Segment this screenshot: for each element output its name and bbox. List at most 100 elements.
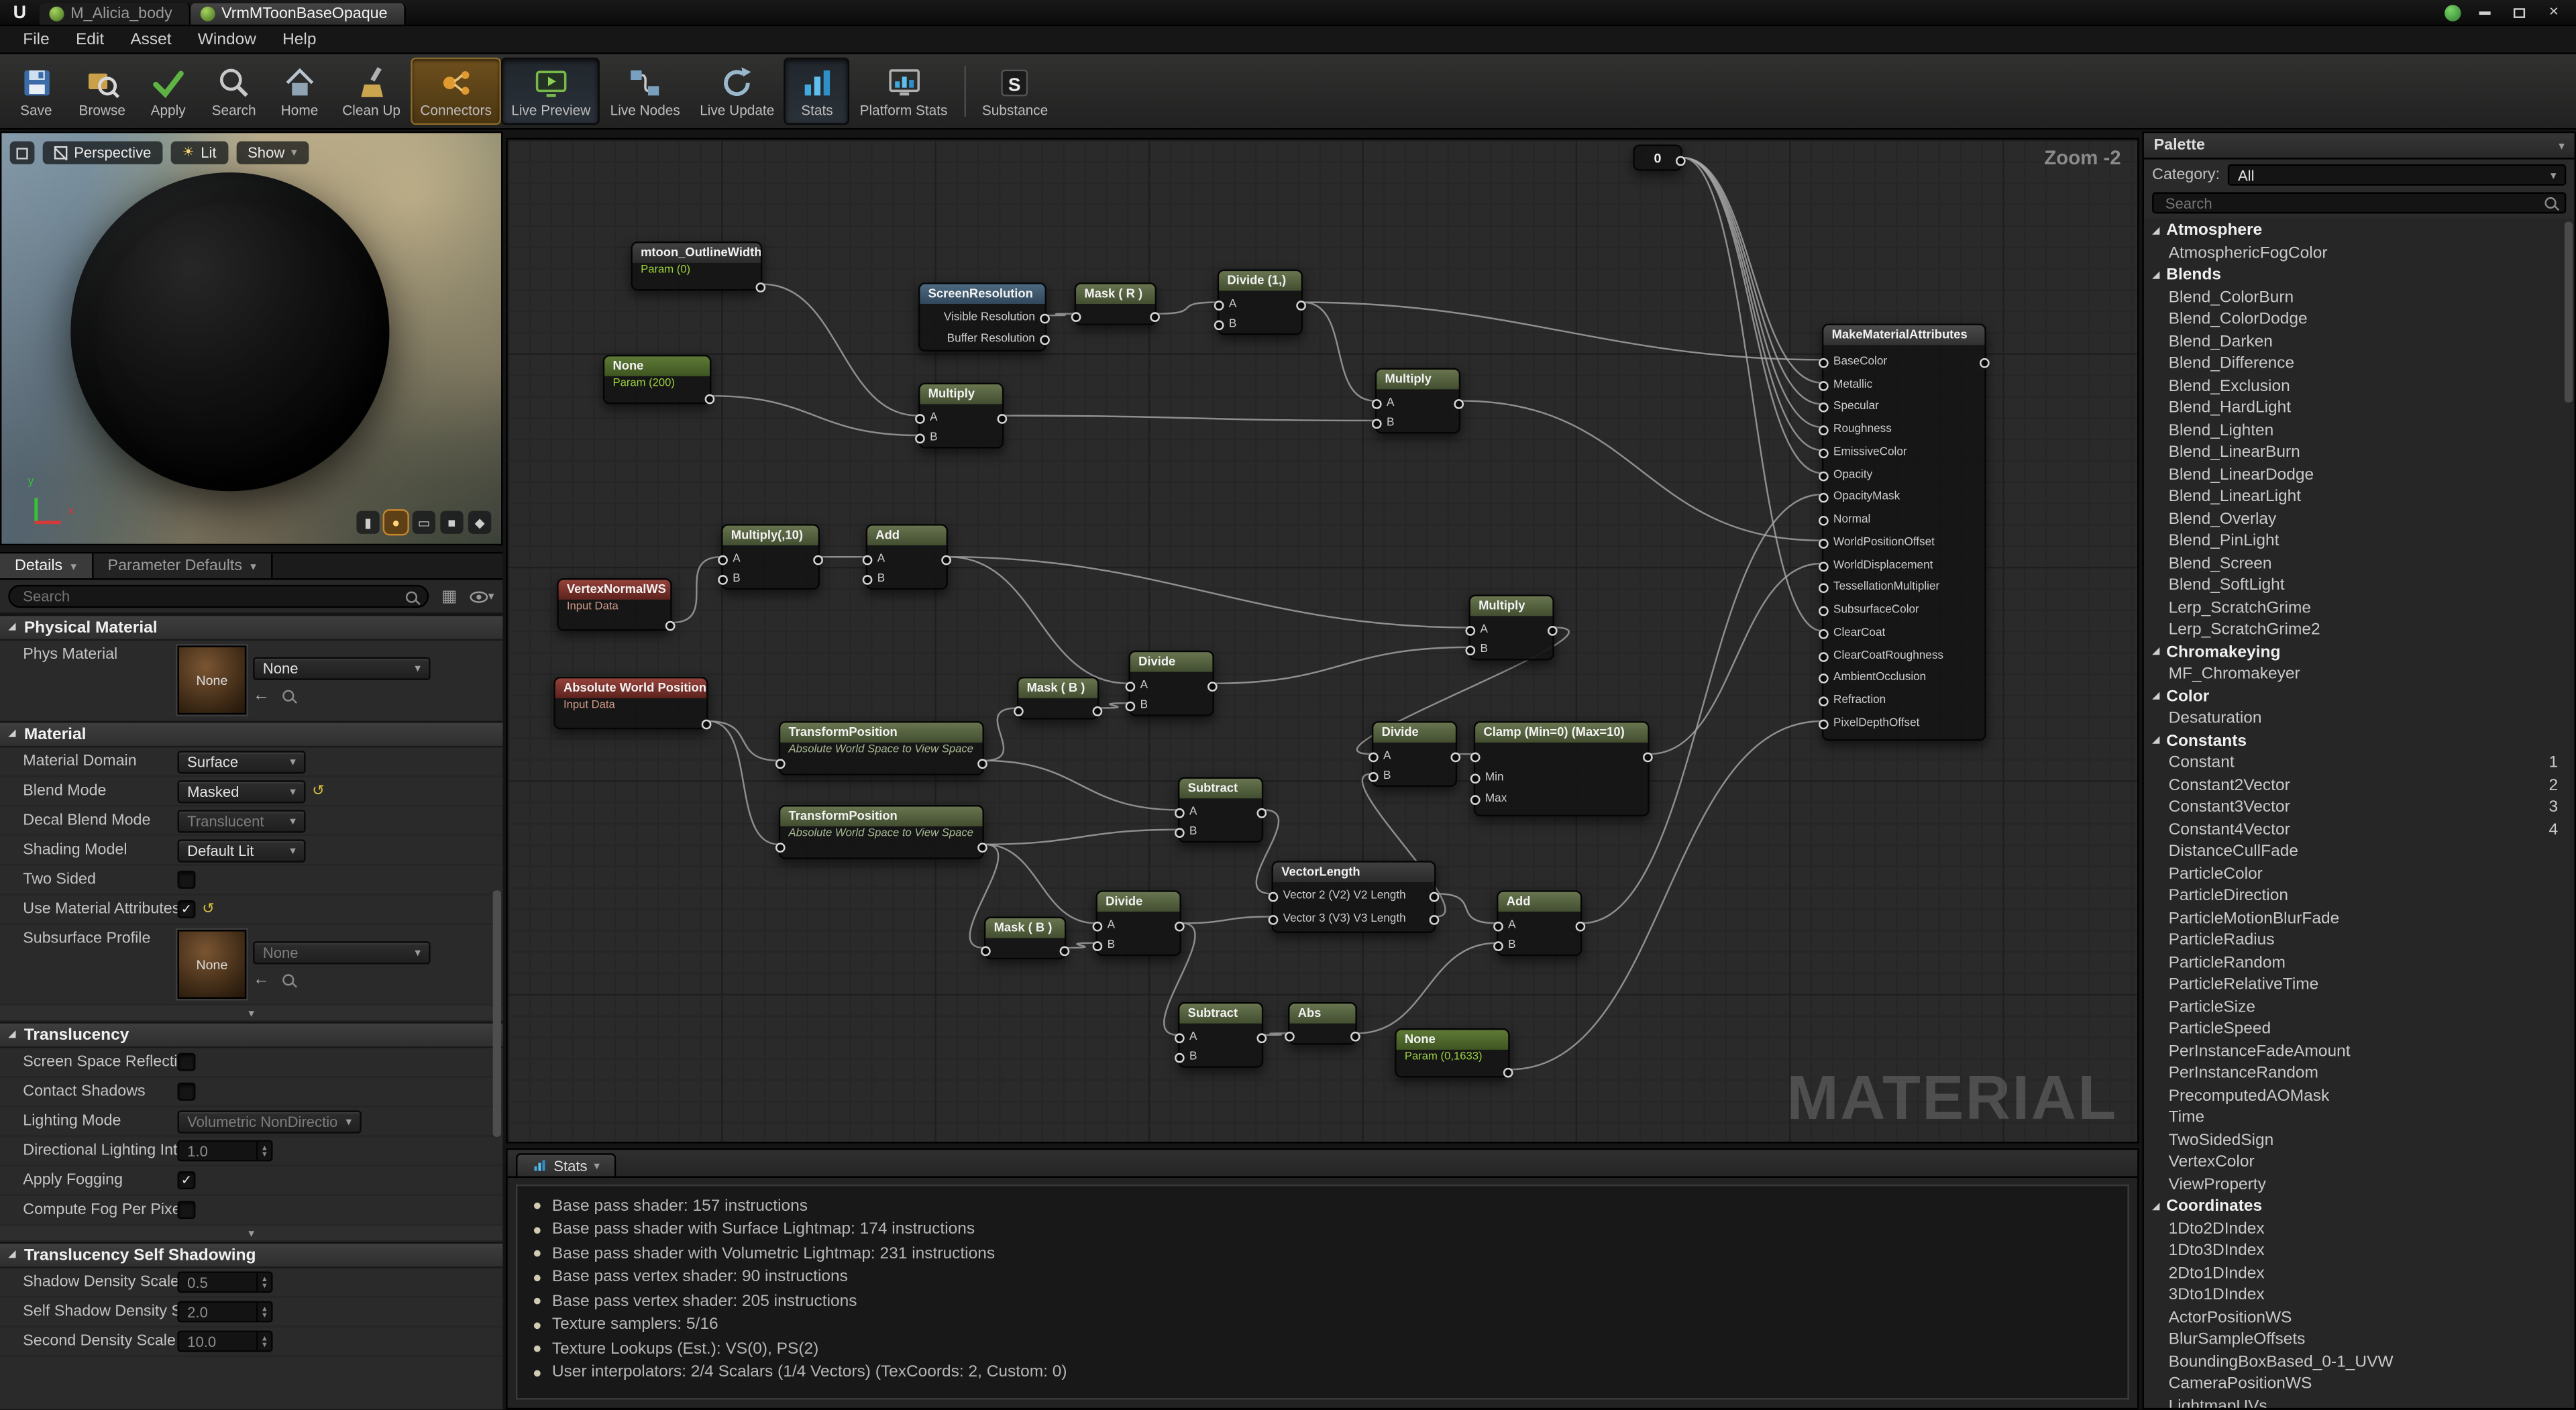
output-pin[interactable] [1503,1066,1513,1077]
output-pin[interactable] [1256,1032,1267,1043]
panel-menu-icon[interactable]: ▾ [2559,139,2565,152]
palette-item-actorpositionws[interactable]: ActorPositionWS [2144,1307,2575,1329]
viewport-maximize-button[interactable] [10,142,35,164]
spinner-icon[interactable]: ▲▼ [256,1303,271,1321]
output-pin[interactable] [756,281,766,292]
contact-shadows-checkbox[interactable] [177,1083,195,1101]
output-pin[interactable] [1350,1030,1360,1042]
details-tab-parameter-defaults[interactable]: Parameter Defaults▾ [93,553,273,578]
screen-space-reflection-checkbox[interactable] [177,1053,195,1071]
input-pin[interactable] [981,944,991,956]
input-pin[interactable]: BaseColor [1819,356,1887,368]
palette-item-blend-overlay[interactable]: Blend_Overlay [2144,508,2575,531]
output-pin[interactable]: Visible Resolution [944,312,1050,323]
palette-item-blend-difference[interactable]: Blend_Difference [2144,354,2575,376]
palette-item-blend-linearlight[interactable]: Blend_LinearLight [2144,486,2575,508]
grid-view-button[interactable]: ▦ [437,585,462,608]
shading-model-dropdown[interactable]: Default Lit▾ [177,838,305,861]
palette-item-1dto2dindex[interactable]: 1Dto2DIndex [2144,1218,2575,1240]
palette-search[interactable] [2152,193,2566,214]
menu-help[interactable]: Help [270,29,330,50]
node-add-1[interactable]: AddAB [866,524,948,590]
node-mask-r[interactable]: Mask ( R ) [1075,282,1157,325]
subsurface-profile-dropdown[interactable]: None▾ [253,940,430,963]
use-material-attributes-checkbox[interactable]: ✓ [177,900,195,918]
palette-item-lightmapuvs[interactable]: LightmapUVs [2144,1395,2575,1407]
palette-item-blend-linearburn[interactable]: Blend_LinearBurn [2144,442,2575,464]
viewport-lit-button[interactable]: ☀Lit [171,142,228,164]
browse-button[interactable]: Browse [69,58,136,125]
output-pin[interactable] [1643,751,1653,762]
palette-group-coordinates[interactable]: ◢Coordinates [2144,1196,2575,1218]
two-sided-checkbox[interactable] [177,871,195,889]
palette-item-blend-hardlight[interactable]: Blend_HardLight [2144,398,2575,420]
node-transform-position-1[interactable]: TransformPositionAbsolute World Space to… [779,721,984,775]
expand-advanced-button[interactable]: ▾ [0,1226,502,1242]
input-pin[interactable]: B [915,432,937,443]
input-pin[interactable]: A [1175,1032,1197,1043]
palette-item-blend-pinlight[interactable]: Blend_PinLight [2144,531,2575,553]
output-pin[interactable] [1296,299,1306,311]
palette-item-mf-chromakeyer[interactable]: MF_Chromakeyer [2144,663,2575,686]
browse-asset-icon[interactable] [282,973,294,985]
material-domain-dropdown[interactable]: Surface▾ [177,750,305,773]
output-pin[interactable] [1576,920,1586,931]
palette-group-color[interactable]: ◢Color [2144,686,2575,708]
input-pin[interactable]: A [1465,625,1487,636]
output-pin[interactable] [1430,890,1440,902]
viewport-perspective-button[interactable]: Perspective [43,142,163,164]
input-pin[interactable]: B [1465,644,1487,655]
second-density-scale-input[interactable]: ▲▼ [177,1331,272,1352]
input-pin[interactable]: Max [1470,794,1507,805]
input-pin[interactable]: A [1372,398,1394,409]
menu-file[interactable]: File [10,29,63,50]
reset-to-default-icon[interactable]: ↺ [202,900,214,918]
section-translucency-self-shadowing[interactable]: ◢Translucency Self Shadowing [0,1242,502,1268]
material-graph[interactable]: 0mtoon_OutlineWidthParam (0)ScreenResolu… [506,138,2139,1144]
input-pin[interactable]: A [1093,920,1115,931]
input-pin[interactable]: B [1093,940,1115,951]
node-mtoon-outlinewidth[interactable]: mtoon_OutlineWidthParam (0) [631,241,762,290]
node-vertex-normal-ws[interactable]: VertexNormalWSInput Data [557,578,672,631]
blend-mode-dropdown[interactable]: Masked▾ [177,779,305,802]
node-abs[interactable]: Abs [1288,1002,1357,1045]
output-pin[interactable] [1548,625,1558,636]
details-tab-details[interactable]: Details▾ [0,553,93,578]
palette-item-desaturation[interactable]: Desaturation [2144,708,2575,730]
palette-item-2dto1dindex[interactable]: 2Dto1DIndex [2144,1262,2575,1285]
palette-item-particlemotionblurfade[interactable]: ParticleMotionBlurFade [2144,908,2575,930]
output-pin[interactable] [1450,751,1460,762]
palette-item-blend-colordodge[interactable]: Blend_ColorDodge [2144,309,2575,331]
asset-thumbnail[interactable]: None [177,930,246,999]
palette-item-constant2vector[interactable]: Constant2Vector2 [2144,775,2575,797]
section-translucency[interactable]: ◢Translucency [0,1022,502,1048]
menu-edit[interactable]: Edit [62,29,117,50]
palette-group-chromakeying[interactable]: ◢Chromakeying [2144,641,2575,663]
input-pin[interactable]: Vector 3 (V3) V3 Length [1269,914,1406,925]
palette-item-3dto1dindex[interactable]: 3Dto1DIndex [2144,1285,2575,1307]
node-multiply-c[interactable]: MultiplyAB [1468,595,1554,661]
palette-item-lerp-scratchgrime2[interactable]: Lerp_ScratchGrime2 [2144,619,2575,641]
node-param-200[interactable]: NoneParam (200) [603,355,712,404]
output-pin[interactable] [1454,398,1464,409]
preview-mesh-mesh-button[interactable]: ◆ [468,511,491,534]
palette-item-precomputedaomask[interactable]: PrecomputedAOMask [2144,1085,2575,1107]
palette-item-constant[interactable]: Constant1 [2144,753,2575,775]
node-mask-b-1[interactable]: Mask ( B ) [1017,677,1099,720]
palette-item-particlesize[interactable]: ParticleSize [2144,996,2575,1018]
node-make-material-attributes[interactable]: MakeMaterialAttributesBaseColorMetallicS… [1822,323,1986,741]
input-pin[interactable] [1470,751,1481,762]
palette-item-time[interactable]: Time [2144,1107,2575,1130]
input-pin[interactable]: ClearCoat [1819,628,1885,639]
palette-item-blend-lineardodge[interactable]: Blend_LinearDodge [2144,464,2575,486]
apply-fogging-checkbox[interactable]: ✓ [177,1171,195,1189]
palette-item-viewproperty[interactable]: ViewProperty [2144,1174,2575,1196]
node-clamp[interactable]: Clamp (Min=0) (Max=10)MinMax [1474,721,1650,816]
input-pin[interactable]: B [1214,319,1236,330]
input-pin[interactable]: OpacityMask [1819,491,1900,502]
palette-item-constant3vector[interactable]: Constant3Vector3 [2144,797,2575,819]
input-pin[interactable]: B [1126,700,1148,711]
palette-item-twosidedsign[interactable]: TwoSidedSign [2144,1130,2575,1152]
decal-blend-mode-dropdown[interactable]: Translucent▾ [177,809,305,832]
self-shadow-density-sca-value[interactable] [187,1303,256,1319]
